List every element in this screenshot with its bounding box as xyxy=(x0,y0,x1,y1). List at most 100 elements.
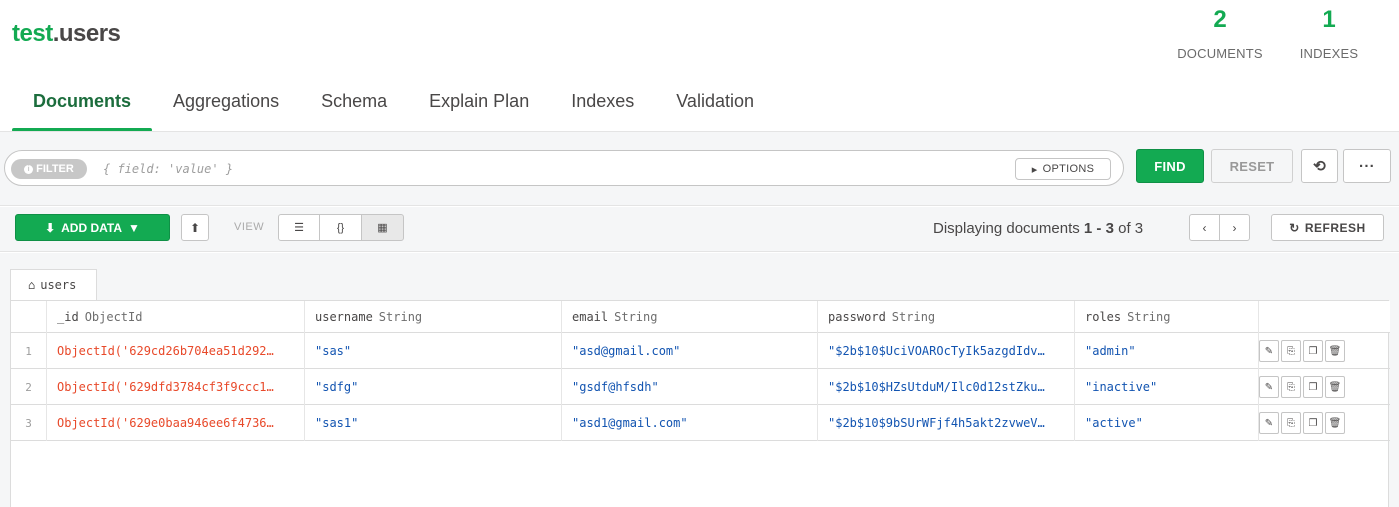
row-index: 3 xyxy=(11,405,47,441)
indexes-stat: 1 INDEXES xyxy=(1290,6,1368,61)
documents-grid: _id ObjectId username String email String p… xyxy=(10,300,1390,507)
cell-password[interactable]: "$2b$10$HZsUtduM/Ilc0d12stZku… xyxy=(818,369,1075,405)
refresh-label: REFRESH xyxy=(1304,220,1366,235)
delete-document-button[interactable]: 🗑 xyxy=(1325,340,1345,362)
column-header-roles[interactable]: roles String xyxy=(1075,301,1259,333)
query-history-button[interactable]: ⟲ xyxy=(1301,149,1338,183)
cell-roles[interactable]: "admin" xyxy=(1075,333,1259,369)
tab-schema[interactable]: Schema xyxy=(300,80,408,132)
cell-password[interactable]: "$2b$10$UciVOAROcTyIk5azgdIdv… xyxy=(818,333,1075,369)
indexes-label: INDEXES xyxy=(1299,46,1359,61)
clone-icon: ❐ xyxy=(1308,345,1318,357)
collection-breadcrumb-tab[interactable]: ⌂ users xyxy=(10,269,97,300)
list-view-button[interactable]: ☰ xyxy=(278,214,320,241)
row-actions: ✎ ⎘ ❐ 🗑 xyxy=(1259,412,1345,434)
column-header-id[interactable]: _id ObjectId xyxy=(47,301,305,333)
more-options-button[interactable]: ··· xyxy=(1343,149,1391,183)
view-switcher: ☰ {} ▦ xyxy=(278,214,404,241)
json-view-icon: {} xyxy=(336,221,345,234)
tab-indexes[interactable]: Indexes xyxy=(550,80,655,132)
cell-id[interactable]: ObjectId('629e0baa946ee6f4736… xyxy=(47,405,305,441)
cell-username[interactable]: "sas" xyxy=(305,333,562,369)
table-view-icon: ▦ xyxy=(377,222,388,234)
history-icon: ⟲ xyxy=(1313,158,1326,175)
add-data-button[interactable]: ⬇ ADD DATA ▼ xyxy=(15,214,170,241)
clone-icon: ❐ xyxy=(1308,381,1318,393)
column-header-username[interactable]: username String xyxy=(305,301,562,333)
table-row: 2 ObjectId('629dfd3784cf3f9ccc1… "sdfg" … xyxy=(11,369,1390,405)
download-icon: ⬇ xyxy=(45,220,56,235)
cell-email[interactable]: "asd1@gmail.com" xyxy=(562,405,818,441)
row-index: 1 xyxy=(11,333,47,369)
caret-down-icon: ▼ xyxy=(128,220,140,235)
copy-icon: ⎘ xyxy=(1287,345,1295,357)
table-row: 3 ObjectId('629e0baa946ee6f4736… "sas1" … xyxy=(11,405,1390,441)
cell-roles[interactable]: "inactive" xyxy=(1075,369,1259,405)
copy-document-button[interactable]: ⎘ xyxy=(1281,412,1301,434)
cell-password[interactable]: "$2b$10$9bSUrWFjf4h5akt2zvweV… xyxy=(818,405,1075,441)
tab-explain-plan[interactable]: Explain Plan xyxy=(408,80,550,132)
trash-icon: 🗑 xyxy=(1328,417,1342,429)
filter-label: FILTER xyxy=(36,163,74,175)
trash-icon: 🗑 xyxy=(1328,381,1342,393)
copy-document-button[interactable]: ⎘ xyxy=(1281,340,1301,362)
previous-page-button[interactable]: ‹ xyxy=(1189,214,1220,241)
namespace-title: test.users xyxy=(12,20,121,48)
pencil-icon: ✎ xyxy=(1264,417,1274,429)
indexes-count: 1 xyxy=(1322,6,1336,33)
pencil-icon: ✎ xyxy=(1264,345,1274,357)
documents-count: 2 xyxy=(1213,6,1227,33)
database-name: test xyxy=(12,20,53,47)
tab-validation[interactable]: Validation xyxy=(655,80,775,132)
info-icon: i xyxy=(24,164,34,174)
clone-document-button[interactable]: ❐ xyxy=(1303,412,1323,434)
delete-document-button[interactable]: 🗑 xyxy=(1325,376,1345,398)
list-view-icon: ☰ xyxy=(294,222,304,234)
home-icon: ⌂ xyxy=(28,278,36,292)
documents-label: DOCUMENTS xyxy=(1177,46,1263,61)
tab-aggregations[interactable]: Aggregations xyxy=(152,80,300,132)
table-view-area: ⌂ users _id ObjectId username String email… xyxy=(0,253,1399,507)
edit-document-button[interactable]: ✎ xyxy=(1259,412,1279,434)
collection-name: .users xyxy=(52,20,121,47)
json-view-button[interactable]: {} xyxy=(319,214,362,241)
copy-icon: ⎘ xyxy=(1287,381,1295,393)
index-column-header xyxy=(11,301,47,333)
trash-icon: 🗑 xyxy=(1328,345,1342,357)
cell-email[interactable]: "gsdf@hfsdh" xyxy=(562,369,818,405)
filter-pill: i FILTER xyxy=(11,159,87,179)
delete-document-button[interactable]: 🗑 xyxy=(1325,412,1345,434)
table-view-button[interactable]: ▦ xyxy=(361,214,404,241)
options-label: OPTIONS xyxy=(1042,163,1095,175)
column-header-password[interactable]: password String xyxy=(818,301,1075,333)
cell-email[interactable]: "asd@gmail.com" xyxy=(562,333,818,369)
grid-header: _id ObjectId username String email String p… xyxy=(11,301,1390,333)
edit-document-button[interactable]: ✎ xyxy=(1259,340,1279,362)
cell-id[interactable]: ObjectId('629cd26b704ea51d292… xyxy=(47,333,305,369)
query-bar: i FILTER ▸ OPTIONS FIND RESET ⟲ ··· xyxy=(0,132,1399,206)
refresh-button[interactable]: ↻ REFRESH xyxy=(1271,214,1384,241)
reset-button[interactable]: RESET xyxy=(1211,149,1293,183)
cell-id[interactable]: ObjectId('629dfd3784cf3f9ccc1… xyxy=(47,369,305,405)
tab-documents[interactable]: Documents xyxy=(12,80,153,132)
cell-roles[interactable]: "active" xyxy=(1075,405,1259,441)
export-button[interactable]: ⬆ xyxy=(181,214,209,241)
copy-icon: ⎘ xyxy=(1287,417,1295,429)
edit-document-button[interactable]: ✎ xyxy=(1259,376,1279,398)
row-actions: ✎ ⎘ ❐ 🗑 xyxy=(1259,340,1345,362)
collection-header: test.users 2 DOCUMENTS 1 INDEXES xyxy=(0,0,1399,80)
cell-username[interactable]: "sas1" xyxy=(305,405,562,441)
table-row: 1 ObjectId('629cd26b704ea51d292… "sas" "… xyxy=(11,333,1390,369)
column-header-email[interactable]: email String xyxy=(562,301,818,333)
options-button[interactable]: ▸ OPTIONS xyxy=(1015,158,1111,180)
clone-document-button[interactable]: ❐ xyxy=(1303,376,1323,398)
clone-document-button[interactable]: ❐ xyxy=(1303,340,1323,362)
pencil-icon: ✎ xyxy=(1264,381,1274,393)
chevron-right-icon: › xyxy=(1232,220,1237,235)
find-button[interactable]: FIND xyxy=(1136,149,1204,183)
filter-input[interactable] xyxy=(103,160,983,178)
filter-box: i FILTER ▸ OPTIONS xyxy=(4,150,1124,186)
next-page-button[interactable]: › xyxy=(1219,214,1250,241)
cell-username[interactable]: "sdfg" xyxy=(305,369,562,405)
copy-document-button[interactable]: ⎘ xyxy=(1281,376,1301,398)
